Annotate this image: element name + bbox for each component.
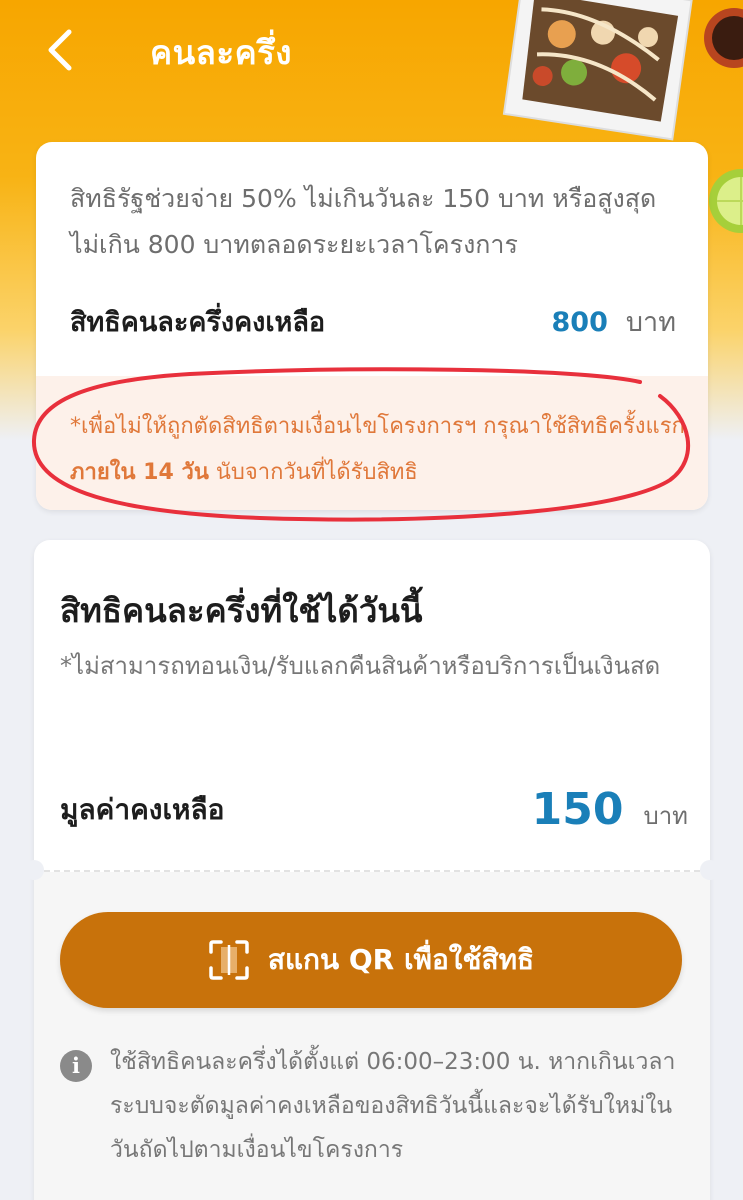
cash-note: *ไม่สามารถทอนเงิน/รับแลกคืนสินค้าหรือบริ… xyxy=(60,652,661,680)
value-label: มูลค่าคงเหลือ xyxy=(60,792,225,826)
info-icon: i xyxy=(60,1050,92,1082)
today-benefit-card: สิทธิคนละครึ่งที่ใช้ได้วันนี้ *ไม่สามารถ… xyxy=(24,540,720,1200)
value-unit: บาท xyxy=(643,802,688,830)
chili-bowl-image xyxy=(704,8,743,68)
remaining-row: สิทธิคนละครึ่งคงเหลือ 800 บาท xyxy=(70,300,676,343)
remaining-unit: บาท xyxy=(625,307,676,338)
scan-button-label: สแกน QR เพื่อใช้สิทธิ xyxy=(267,943,535,976)
qr-scan-icon xyxy=(209,940,249,980)
remaining-value: 800 xyxy=(551,307,608,338)
value-amount: 150 xyxy=(531,784,624,835)
chevron-left-icon xyxy=(48,29,72,71)
value-amount-group: 150 บาท xyxy=(532,784,688,835)
left-notch xyxy=(24,860,44,880)
warning-text: *เพื่อไม่ให้ถูกตัดสิทธิตามเงื่อนไขโครงกา… xyxy=(70,404,690,496)
warning-deadline: ภายใน 14 วัน xyxy=(70,460,209,485)
warning-suffix: นับจากวันที่ได้รับสิทธิ xyxy=(208,460,418,485)
summary-card: สิทธิรัฐช่วยจ่าย 50% ไม่เกินวันละ 150 บา… xyxy=(36,142,708,510)
dashed-divider xyxy=(34,870,710,872)
benefit-description: สิทธิรัฐช่วยจ่าย 50% ไม่เกินวันละ 150 บา… xyxy=(70,184,657,259)
remaining-label: สิทธิคนละครึ่งคงเหลือ xyxy=(70,307,326,338)
value-row: มูลค่าคงเหลือ 150 บาท xyxy=(60,784,688,835)
warning-box: *เพื่อไม่ให้ถูกตัดสิทธิตามเงื่อนไขโครงกา… xyxy=(36,376,708,510)
usage-info-text: ใช้สิทธิคนละครึ่งได้ตั้งแต่ 06:00–23:00 … xyxy=(110,1049,676,1163)
lime-image xyxy=(709,169,743,233)
right-notch xyxy=(700,860,720,880)
back-button[interactable] xyxy=(38,26,82,74)
warning-prefix: *เพื่อไม่ให้ถูกตัดสิทธิตามเงื่อนไขโครงกา… xyxy=(70,414,685,439)
scan-qr-button[interactable]: สแกน QR เพื่อใช้สิทธิ xyxy=(60,912,682,1008)
today-card-title: สิทธิคนละครึ่งที่ใช้ได้วันนี้ xyxy=(60,591,423,630)
page-title: คนละครึ่ง xyxy=(150,33,292,72)
remaining-amount-group: 800 บาท xyxy=(552,300,676,343)
